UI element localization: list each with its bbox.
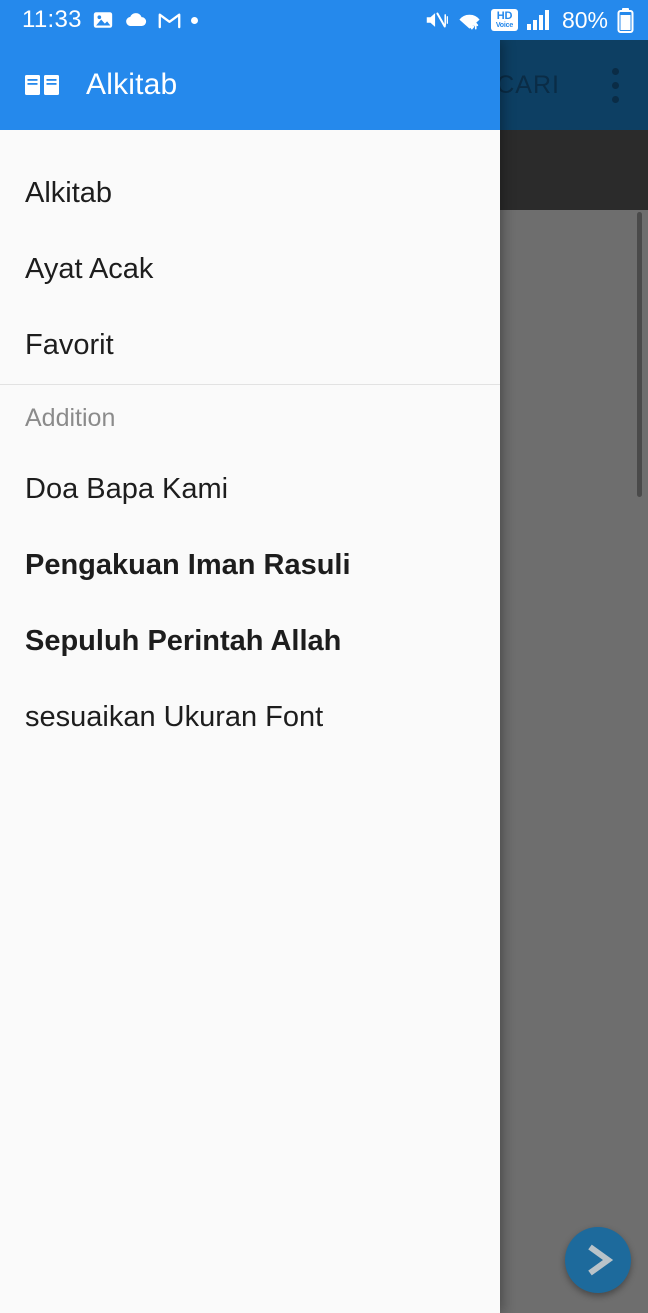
cloud-icon (125, 13, 146, 26)
next-chapter-fab[interactable] (565, 1227, 631, 1293)
open-book-icon (25, 73, 59, 97)
drawer-item-label: Pengakuan Iman Rasuli (25, 548, 351, 581)
hd-voice-icon: HD Voice (490, 9, 518, 31)
status-bar: 11:33 HD Voice 80% (0, 0, 648, 40)
status-bar-right: HD Voice 80% (424, 7, 634, 34)
drawer-item-ayat-acak[interactable]: Ayat Acak (0, 231, 500, 307)
signal-bars-icon (526, 10, 549, 30)
drawer-item-sepuluh-perintah-allah[interactable]: Sepuluh Perintah Allah (0, 603, 500, 679)
drawer-addition-section: Addition Doa Bapa Kami Pengakuan Iman Ra… (0, 385, 500, 755)
vertical-scrollbar[interactable] (637, 212, 642, 497)
drawer-title: Alkitab (86, 68, 178, 101)
status-bar-left: 11:33 (22, 6, 198, 34)
hd-badge-line2: Voice (495, 22, 514, 29)
drawer-section-label: Addition (25, 403, 116, 432)
kebab-menu-icon[interactable] (600, 67, 630, 103)
status-bar-clock: 11:33 (22, 6, 82, 33)
drawer-item-sesuaikan-ukuran-font[interactable]: sesuaikan Ukuran Font (0, 679, 500, 755)
photo-icon (93, 12, 112, 28)
drawer-item-label: Favorit (25, 328, 114, 361)
drawer-item-label: Alkitab (25, 176, 113, 209)
drawer-item-label: Sepuluh Perintah Allah (25, 624, 342, 657)
drawer-item-label: sesuaikan Ukuran Font (25, 700, 324, 733)
gmail-icon (158, 13, 181, 29)
navigation-drawer: Alkitab Alkitab Ayat Acak Favorit Additi… (0, 40, 500, 1313)
drawer-item-pengakuan-iman-rasuli[interactable]: Pengakuan Iman Rasuli (0, 527, 500, 603)
drawer-header: Alkitab (0, 40, 500, 130)
battery-icon (617, 7, 634, 33)
notification-dot-icon (190, 16, 198, 24)
hd-badge-line1: HD (496, 10, 513, 22)
drawer-item-label: Doa Bapa Kami (25, 472, 229, 505)
battery-percent-label: 80% (561, 6, 608, 33)
drawer-item-doa-bapa-kami[interactable]: Doa Bapa Kami (0, 451, 500, 527)
chevron-right-icon (588, 1244, 614, 1276)
drawer-item-favorit[interactable]: Favorit (0, 307, 500, 383)
drawer-primary-section: Alkitab Ayat Acak Favorit (0, 130, 500, 383)
wifi-icon (459, 14, 480, 30)
mute-vibrate-icon (426, 12, 448, 28)
drawer-item-alkitab[interactable]: Alkitab (0, 155, 500, 231)
drawer-item-label: Ayat Acak (25, 252, 154, 285)
